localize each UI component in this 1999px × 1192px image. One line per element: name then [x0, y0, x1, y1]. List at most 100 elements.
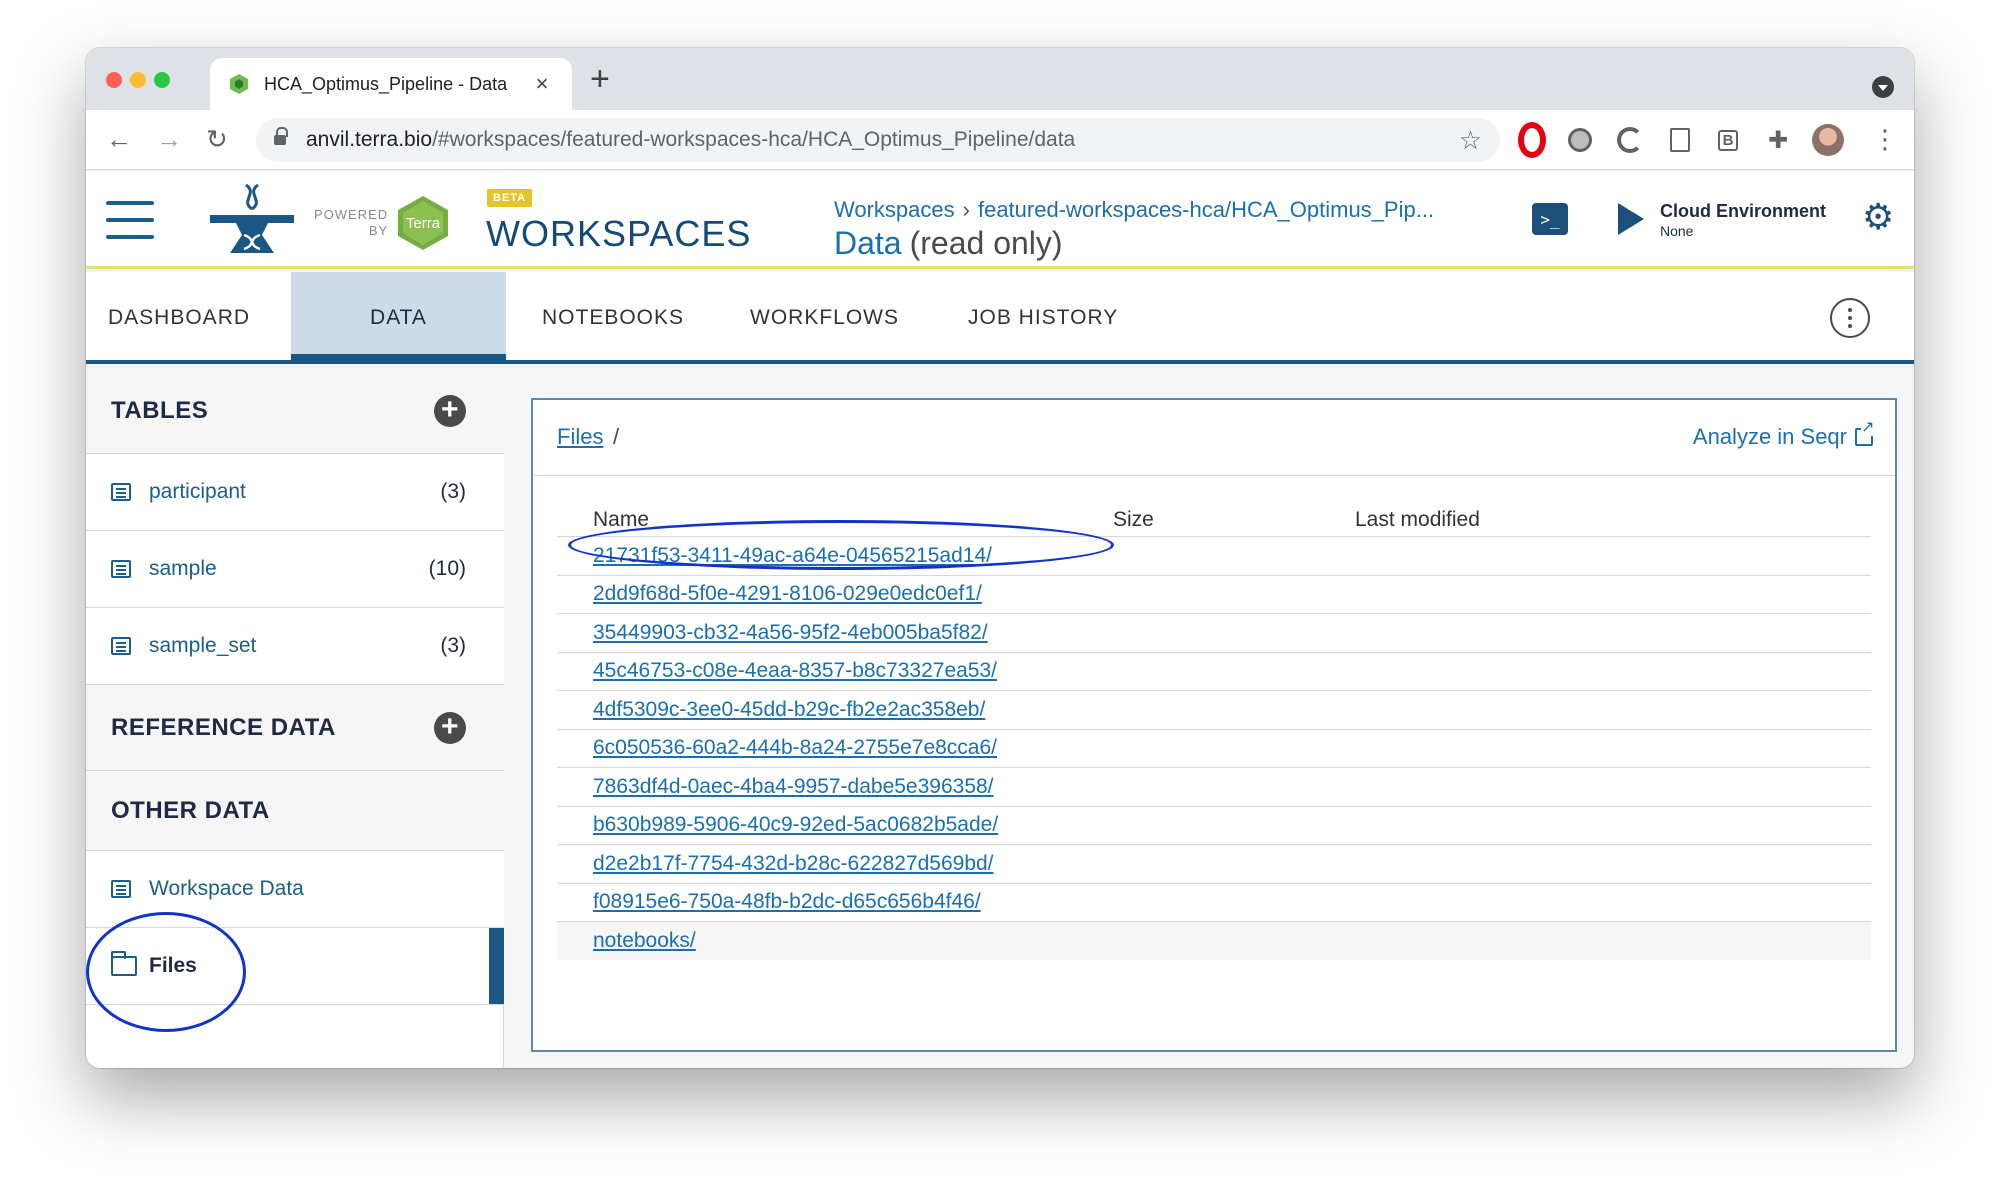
cloud-environment-status: None: [1660, 223, 1694, 239]
extension-b-label: B: [1717, 129, 1739, 151]
sidebar-item-sample[interactable]: sample (10): [86, 531, 504, 608]
bookmark-star-icon[interactable]: ☆: [1459, 125, 1482, 156]
workspace-nav-tabs: DASHBOARD DATA NOTEBOOKS WORKFLOWS JOB H…: [86, 272, 1914, 364]
files-panel-header: Files / Analyze in Seqr: [533, 400, 1895, 476]
sidebar-item-count: (3): [440, 634, 466, 657]
external-link-icon: [1855, 420, 1875, 446]
cloud-environment-button[interactable]: Cloud Environment None: [1660, 201, 1826, 239]
powered-by-label: POWERED BY: [314, 207, 388, 239]
browser-tab-strip: HCA_Optimus_Pipeline - Data × +: [86, 48, 1914, 110]
terra-logo-text: Terra: [406, 215, 441, 232]
terra-logo[interactable]: Terra: [396, 195, 450, 251]
other-data-title: OTHER DATA: [111, 796, 270, 824]
folder-link[interactable]: 21731f53-3411-49ac-a64e-04565215ad14/: [593, 544, 992, 568]
terminal-icon[interactable]: >_: [1532, 203, 1568, 235]
analyze-in-seqr-label: Analyze in Seqr: [1692, 424, 1847, 449]
tab-data[interactable]: DATA: [291, 272, 506, 364]
sidebar-item-participant[interactable]: participant (3): [86, 454, 504, 531]
folder-link[interactable]: 45c46753-c08e-4eaa-8357-b8c73327ea53/: [593, 659, 997, 683]
extension-b-icon[interactable]: B: [1714, 126, 1742, 154]
new-tab-button[interactable]: +: [590, 60, 610, 99]
add-reference-icon[interactable]: +: [434, 711, 466, 744]
column-header-size[interactable]: Size: [1113, 508, 1154, 532]
url-text[interactable]: anvil.terra.bio/#workspaces/featured-wor…: [306, 128, 1459, 152]
folder-link[interactable]: d2e2b17f-7754-432d-b28c-622827d569bd/: [593, 852, 994, 876]
files-panel: Files / Analyze in Seqr Name Size Last m…: [531, 398, 1897, 1052]
address-bar[interactable]: anvil.terra.bio/#workspaces/featured-wor…: [256, 118, 1500, 162]
column-header-last-modified[interactable]: Last modified: [1355, 508, 1480, 532]
opera-extension-icon[interactable]: [1518, 126, 1546, 154]
sidebar-item-workspace-data[interactable]: Workspace Data: [86, 851, 504, 928]
browser-tab[interactable]: HCA_Optimus_Pipeline - Data ×: [210, 58, 572, 110]
files-breadcrumb-link[interactable]: Files: [557, 424, 603, 450]
browser-menu-icon[interactable]: ⋮: [1872, 124, 1898, 155]
sidebar-item-label: participant: [149, 480, 246, 503]
breadcrumb-workspace-link[interactable]: featured-workspaces-hca/HCA_Optimus_Pip.…: [978, 197, 1434, 222]
analyze-in-seqr-link[interactable]: Analyze in Seqr: [1692, 420, 1875, 450]
table-row: d2e2b17f-7754-432d-b28c-622827d569bd/: [557, 844, 1871, 883]
sidebar-item-count: (10): [428, 557, 466, 580]
folder-icon: [111, 951, 137, 976]
extension-circle-icon[interactable]: [1566, 126, 1594, 154]
folder-link[interactable]: b630b989-5906-40c9-92ed-5ac0682b5ade/: [593, 813, 998, 837]
app-title[interactable]: WORKSPACES: [486, 213, 751, 255]
files-breadcrumb-separator: /: [613, 424, 620, 449]
folder-link[interactable]: notebooks/: [593, 929, 696, 953]
sidebar-item-label: Files: [149, 954, 197, 977]
data-sidebar: TABLES + participant (3) sample (10) sam…: [86, 368, 504, 1068]
sidebar-item-count: (3): [440, 480, 466, 503]
maximize-window-button[interactable]: [154, 72, 170, 88]
extension-sync-icon[interactable]: [1616, 126, 1644, 154]
gear-icon[interactable]: ⚙: [1862, 199, 1894, 235]
back-button[interactable]: ←: [106, 124, 132, 154]
page-title-text: Data: [834, 225, 902, 261]
extension-document-icon[interactable]: [1666, 126, 1694, 154]
folder-link[interactable]: 35449903-cb32-4a56-95f2-4eb005ba5f82/: [593, 621, 988, 645]
beta-badge: BETA: [487, 189, 533, 207]
play-icon[interactable]: [1618, 203, 1644, 235]
folder-link[interactable]: 2dd9f68d-5f0e-4291-8106-029e0edc0ef1/: [593, 582, 982, 606]
sidebar-item-sample-set[interactable]: sample_set (3): [86, 608, 504, 685]
tab-notebooks[interactable]: NOTEBOOKS: [542, 272, 684, 364]
tab-search-icon[interactable]: [1872, 76, 1894, 98]
sidebar-item-label: sample_set: [149, 634, 257, 657]
anvil-logo[interactable]: [204, 179, 300, 259]
table-icon: [111, 637, 131, 655]
more-options-icon[interactable]: [1830, 298, 1870, 338]
sidebar-item-files[interactable]: Files: [86, 928, 504, 1005]
breadcrumb-workspaces-link[interactable]: Workspaces: [834, 197, 955, 222]
table-row: f08915e6-750a-48fb-b2dc-d65c656b4f46/: [557, 882, 1871, 922]
files-table: 21731f53-3411-49ac-a64e-04565215ad14/ 2d…: [557, 536, 1871, 960]
tab-job-history[interactable]: JOB HISTORY: [968, 272, 1118, 364]
tab-dashboard[interactable]: DASHBOARD: [108, 272, 250, 364]
folder-link[interactable]: f08915e6-750a-48fb-b2dc-d65c656b4f46/: [593, 890, 981, 914]
table-row: 4df5309c-3ee0-45dd-b29c-fb2e2ac358eb/: [557, 690, 1871, 729]
close-window-button[interactable]: [106, 72, 122, 88]
terra-favicon-icon: [230, 74, 248, 94]
minimize-window-button[interactable]: [130, 72, 146, 88]
url-path: /#workspaces/featured-workspaces-hca/HCA…: [432, 128, 1076, 151]
lock-icon[interactable]: [274, 127, 288, 147]
folder-link[interactable]: 6c050536-60a2-444b-8a24-2755e7e8cca6/: [593, 736, 997, 760]
table-icon: [111, 560, 131, 578]
tab-close-icon[interactable]: ×: [530, 71, 554, 97]
folder-link[interactable]: 7863df4d-0aec-4ba4-9957-dabe5e396358/: [593, 775, 994, 799]
reference-data-title: REFERENCE DATA: [111, 713, 336, 741]
column-header-name[interactable]: Name: [593, 508, 649, 532]
breadcrumb-separator: ›: [962, 197, 970, 222]
extensions-puzzle-icon[interactable]: ✚: [1764, 126, 1792, 154]
table-row: b630b989-5906-40c9-92ed-5ac0682b5ade/: [557, 805, 1871, 845]
browser-window: HCA_Optimus_Pipeline - Data × + ← → ↻ an…: [86, 48, 1914, 1068]
table-icon: [111, 880, 131, 898]
reload-button[interactable]: ↻: [206, 124, 228, 154]
profile-avatar[interactable]: [1812, 124, 1844, 156]
tab-workflows[interactable]: WORKFLOWS: [750, 272, 899, 364]
hamburger-menu-icon[interactable]: [106, 201, 154, 239]
page-title: Data (read only): [834, 225, 1063, 262]
powered-by-text: POWERED BY: [314, 207, 389, 238]
folder-link[interactable]: 4df5309c-3ee0-45dd-b29c-fb2e2ac358eb/: [593, 698, 985, 722]
url-host: anvil.terra.bio: [306, 128, 433, 151]
forward-button[interactable]: →: [156, 124, 182, 154]
table-row: 6c050536-60a2-444b-8a24-2755e7e8cca6/: [557, 728, 1871, 768]
add-table-icon[interactable]: +: [434, 394, 466, 427]
